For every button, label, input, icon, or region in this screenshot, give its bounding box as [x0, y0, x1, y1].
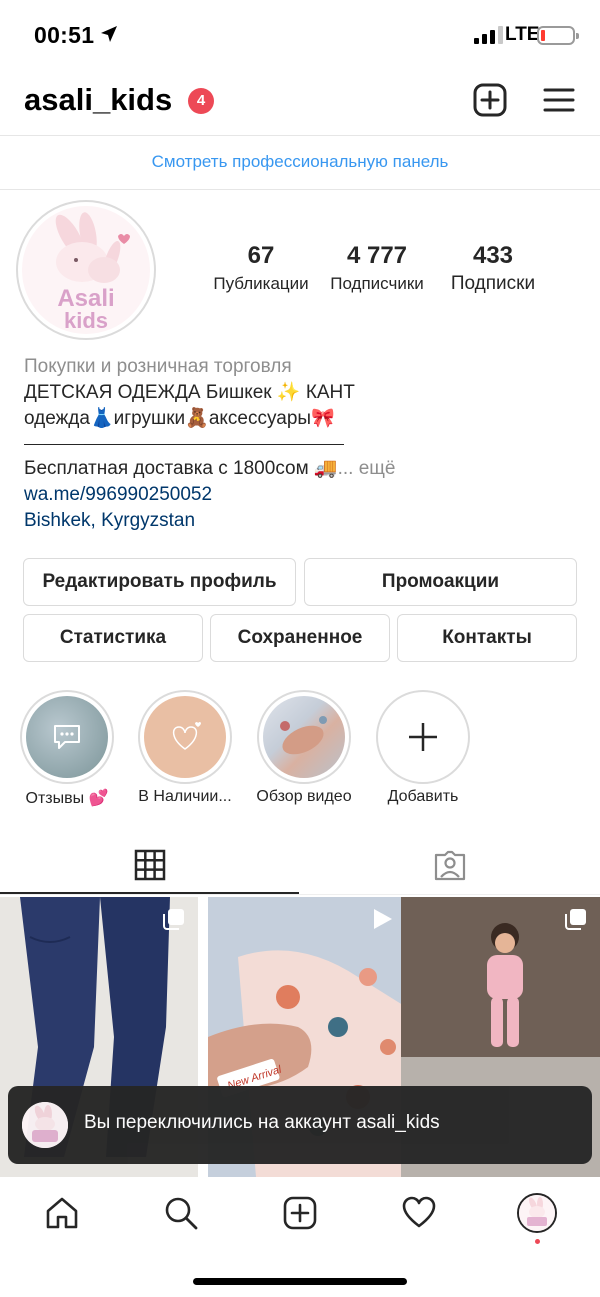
- toast-avatar: [22, 1102, 68, 1148]
- professional-dashboard-link[interactable]: Смотреть профессиональную панель: [0, 137, 600, 190]
- stat-posts[interactable]: 67 Публикации: [208, 242, 314, 294]
- profile-notification-dot: [535, 1239, 540, 1244]
- bio-line-2: одежда👗игрушки🧸аксессуары🎀: [24, 408, 335, 429]
- video-thumbnail: [280, 716, 327, 755]
- bottom-navigation: [0, 1177, 600, 1297]
- home-icon[interactable]: [42, 1193, 82, 1233]
- signal-strength-icon: [474, 26, 503, 44]
- multiple-photos-icon: [565, 909, 586, 930]
- insights-button[interactable]: Статистика: [23, 614, 203, 662]
- location-link[interactable]: Bishkek, Kyrgyzstan: [24, 508, 584, 534]
- video-play-icon: [374, 909, 392, 929]
- profile-header-bar: asali_kids 4: [0, 70, 600, 136]
- profile-tab-avatar[interactable]: [517, 1193, 557, 1233]
- stat-following[interactable]: 433 Подписки: [440, 242, 546, 295]
- contacts-button[interactable]: Контакты: [397, 614, 577, 662]
- tagged-person-icon: [434, 850, 466, 881]
- location-arrow-icon: [101, 26, 117, 42]
- highlight-label: Обзор видео: [256, 788, 352, 805]
- highlight-label: В Наличии...: [138, 788, 232, 805]
- highlight-reviews[interactable]: Отзывы 💕: [20, 690, 114, 807]
- svg-text:kids: kids: [64, 308, 108, 333]
- grid-icon: [134, 849, 165, 881]
- plus-square-icon[interactable]: [472, 82, 508, 118]
- battery-icon: [537, 26, 579, 45]
- saved-button[interactable]: Сохраненное: [210, 614, 390, 662]
- stat-followers[interactable]: 4 777 Подписчики: [322, 242, 432, 294]
- network-type: LTE: [505, 24, 540, 45]
- tab-tagged[interactable]: [300, 836, 600, 894]
- bio-line-1: ДЕТСКАЯ ОДЕЖДА Бишкек ✨ КАНТ: [24, 382, 355, 403]
- highlight-video-review[interactable]: Обзор видео: [256, 690, 352, 805]
- chat-bubble-icon: [54, 725, 80, 749]
- new-post-icon[interactable]: [280, 1193, 320, 1233]
- search-icon[interactable]: [161, 1193, 201, 1233]
- promotions-button[interactable]: Промоакции: [304, 558, 577, 606]
- edit-profile-button[interactable]: Редактировать профиль: [23, 558, 296, 606]
- toast-message: Вы переключились на аккаунт asali_kids: [84, 1112, 440, 1133]
- tab-divider: [0, 894, 600, 895]
- highlight-label: Добавить: [387, 788, 459, 805]
- hamburger-menu-icon[interactable]: [541, 82, 577, 118]
- bio-line-3: Бесплатная доставка с 1800сом 🚚... ещё: [24, 458, 396, 479]
- activity-heart-icon[interactable]: [399, 1193, 439, 1233]
- heart-sketch-icon: [172, 722, 201, 750]
- highlight-in-stock[interactable]: В Наличии...: [138, 690, 232, 805]
- more-link[interactable]: ... ещё: [338, 458, 396, 479]
- bunny-logo-icon: Asali kids: [55, 212, 130, 333]
- account-switch-toast[interactable]: Вы переключились на аккаунт asali_kids: [8, 1086, 592, 1164]
- whatsapp-link[interactable]: wa.me/996990250052: [24, 482, 584, 508]
- active-tab-indicator: [0, 892, 299, 894]
- multiple-photos-icon: [163, 909, 184, 930]
- profile-avatar[interactable]: Asali kids: [16, 200, 156, 340]
- bio-divider: [24, 444, 344, 445]
- notification-badge[interactable]: 4: [188, 88, 214, 114]
- profile-category: Покупки и розничная торговля: [24, 356, 292, 377]
- status-time: 00:51: [34, 22, 95, 48]
- plus-icon: [409, 723, 437, 751]
- status-bar: 00:51 LTE: [0, 0, 600, 70]
- account-username[interactable]: asali_kids: [24, 82, 172, 118]
- highlight-label: Отзывы 💕: [25, 790, 109, 807]
- tab-grid[interactable]: [0, 836, 299, 894]
- profile-bio: Покупки и розничная торговля ДЕТСКАЯ ОДЕ…: [24, 354, 584, 534]
- highlight-add[interactable]: Добавить: [376, 690, 470, 805]
- home-indicator[interactable]: [193, 1278, 407, 1285]
